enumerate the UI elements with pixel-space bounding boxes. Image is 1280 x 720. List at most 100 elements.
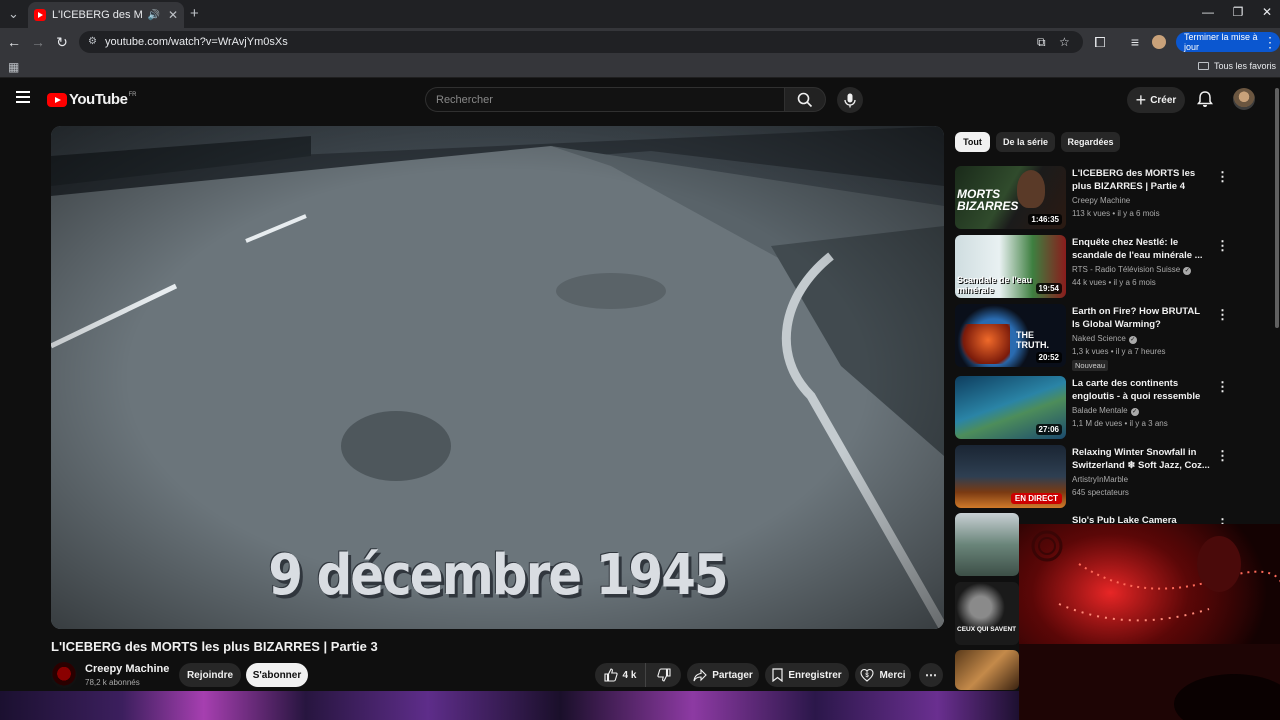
thumbs-down-icon	[656, 668, 671, 682]
recommendation-channel: Balade Mentale ✓	[1072, 406, 1139, 416]
thanks-label: Merci	[879, 669, 906, 681]
share-label: Partager	[712, 669, 753, 681]
thumbnail-fire	[955, 324, 1010, 364]
subscriber-count: 78,2 k abonnés	[85, 678, 140, 687]
share-button[interactable]: Partager	[687, 663, 759, 687]
video-thumbnail[interactable]	[955, 513, 1019, 576]
verified-icon: ✓	[1183, 267, 1192, 275]
video-thumbnail[interactable]	[955, 650, 1019, 690]
video-thumbnail[interactable]: 27:06	[955, 376, 1066, 439]
recommendation-item[interactable]: EN DIRECT Relaxing Winter Snowfall in Sw…	[955, 445, 1255, 509]
search-button[interactable]	[784, 87, 826, 112]
bookmark-star-icon[interactable]: ☆	[1059, 35, 1070, 49]
more-horizontal-icon: ⋯	[925, 668, 937, 682]
video-title: L'ICEBERG des MORTS les plus BIZARRES | …	[51, 639, 378, 654]
webcam-feed	[1019, 524, 1280, 720]
close-tab-icon[interactable]: ✕	[168, 8, 178, 22]
recommendation-item[interactable]: THE TRUTH. 20:52 Earth on Fire? How BRUT…	[955, 304, 1255, 371]
thumbnail-text: THE TRUTH.	[1016, 330, 1049, 350]
dislike-button[interactable]	[645, 663, 681, 687]
reload-icon[interactable]: ↻	[54, 34, 70, 51]
address-bar[interactable]: ⚙ youtube.com/watch?v=WrAvjYm0sXs ⧉ ☆	[79, 31, 1083, 53]
forward-icon[interactable]: →	[30, 34, 46, 50]
back-icon[interactable]: ←	[6, 34, 22, 50]
browser-tab[interactable]: L'ICEBERG des MORTS les p 🔊 ✕	[28, 2, 184, 28]
user-avatar[interactable]	[1233, 88, 1255, 110]
video-thumbnail[interactable]: CEUX QUI SAVENT	[955, 582, 1019, 645]
youtube-header: YouTube FR Rechercher + Créer	[0, 79, 1280, 121]
youtube-logo[interactable]: YouTube FR	[47, 91, 136, 108]
recommendation-channel: Creepy Machine	[1072, 196, 1131, 205]
site-info-icon[interactable]: ⚙	[88, 36, 97, 47]
new-badge: Nouveau	[1072, 360, 1109, 371]
extensions-icon[interactable]: ⧠	[1092, 34, 1108, 51]
all-bookmarks-label: Tous les favoris	[1213, 61, 1276, 71]
thumbnail-text: MORTS BIZARRES	[957, 187, 1019, 213]
voice-search-button[interactable]	[837, 87, 863, 113]
reading-list-icon[interactable]: ≡	[1127, 34, 1143, 50]
video-thumbnail[interactable]: MORTS BIZARRES 1:46:35	[955, 166, 1066, 229]
video-thumbnail[interactable]: EN DIRECT	[955, 445, 1066, 508]
more-vertical-icon[interactable]: ⋮	[1216, 380, 1229, 393]
hamburger-menu-icon[interactable]	[16, 91, 30, 103]
audio-playing-icon[interactable]: 🔊	[147, 10, 159, 21]
chip-watched[interactable]: Regardées	[1061, 132, 1120, 152]
like-button[interactable]: 4 k	[595, 663, 645, 687]
maximize-icon[interactable]: ❐	[1223, 5, 1253, 19]
webcam-overlay	[1019, 524, 1280, 720]
thanks-button[interactable]: $ Merci	[855, 663, 911, 687]
recommendation-item[interactable]: MORTS BIZARRES 1:46:35 L'ICEBERG des MOR…	[955, 166, 1255, 230]
all-bookmarks-link[interactable]: Tous les favoris	[1197, 61, 1276, 71]
url-text: youtube.com/watch?v=WrAvjYm0sXs	[105, 36, 288, 48]
browser-menu-icon[interactable]: ⋮	[1262, 34, 1278, 51]
page-scrollbar[interactable]	[1275, 88, 1279, 328]
create-button[interactable]: + Créer	[1127, 87, 1185, 113]
channel-name[interactable]: Creepy Machine	[85, 663, 169, 675]
channel-label: RTS - Radio Télévision Suisse	[1072, 265, 1181, 274]
video-thumbnail[interactable]: THE TRUTH. 20:52	[955, 304, 1066, 367]
browser-toolbar: ← → ↻ ⚙ youtube.com/watch?v=WrAvjYm0sXs …	[0, 28, 1280, 56]
recommendation-item[interactable]: Scandale de l'eau minérale 19:54 Enquête…	[955, 235, 1255, 299]
tab-search-chevron-icon[interactable]: ⌄	[8, 6, 19, 22]
recommendation-meta: 44 k vues • il y a 6 mois	[1072, 278, 1156, 287]
bookmark-icon	[772, 668, 783, 682]
thumbs-up-icon	[603, 668, 618, 682]
install-app-icon[interactable]: ⧉	[1037, 35, 1046, 50]
chip-all[interactable]: Tout	[955, 132, 990, 152]
chip-series[interactable]: De la série	[996, 132, 1055, 152]
svg-text:$: $	[866, 673, 870, 679]
channel-label: Naked Science	[1072, 334, 1126, 343]
close-window-icon[interactable]: ✕	[1252, 5, 1280, 19]
notifications-bell-icon[interactable]	[1197, 91, 1213, 108]
more-actions-button[interactable]: ⋯	[919, 663, 943, 687]
recommendation-title: La carte des continents engloutis - à qu…	[1072, 378, 1201, 402]
new-tab-icon[interactable]: +	[190, 5, 199, 22]
like-count: 4 k	[622, 669, 637, 681]
verified-icon: ✓	[1128, 336, 1137, 344]
more-vertical-icon[interactable]: ⋮	[1216, 170, 1229, 183]
more-vertical-icon[interactable]: ⋮	[1216, 308, 1229, 321]
video-thumbnail[interactable]: Scandale de l'eau minérale 19:54	[955, 235, 1066, 298]
minimize-icon[interactable]: —	[1193, 5, 1223, 19]
subscribe-button[interactable]: S'abonner	[246, 663, 308, 687]
country-code: FR	[128, 91, 137, 98]
profile-avatar[interactable]	[1152, 35, 1166, 49]
more-vertical-icon[interactable]: ⋮	[1216, 239, 1229, 252]
channel-avatar[interactable]	[51, 662, 77, 688]
save-label: Enregistrer	[788, 669, 842, 681]
more-vertical-icon[interactable]: ⋮	[1216, 449, 1229, 462]
recommendation-item[interactable]: 27:06 La carte des continents engloutis …	[955, 376, 1255, 440]
recommendation-title: L'ICEBERG des MORTS les plus BIZARRES | …	[1072, 168, 1196, 192]
save-button[interactable]: Enregistrer	[765, 663, 849, 687]
thumbnail-face	[1017, 170, 1045, 208]
recommendation-title: Enquête chez Nestlé: le scandale de l'ea…	[1072, 237, 1203, 261]
browser-tab-bar: ⌄ L'ICEBERG des MORTS les p 🔊 ✕ + — ❐ ✕	[0, 0, 1280, 28]
search-input[interactable]: Rechercher	[425, 87, 785, 112]
live-badge: EN DIRECT	[1010, 493, 1062, 504]
apps-grid-icon[interactable]: ▦	[8, 60, 19, 74]
video-player[interactable]: 9 décembre 1945	[51, 126, 944, 629]
recommendation-title: Relaxing Winter Snowfall in Switzerland …	[1072, 447, 1210, 471]
video-duration: 1:46:35	[1028, 214, 1062, 225]
thumbnail-text: CEUX QUI SAVENT	[957, 626, 1017, 633]
join-button[interactable]: Rejoindre	[179, 663, 241, 687]
